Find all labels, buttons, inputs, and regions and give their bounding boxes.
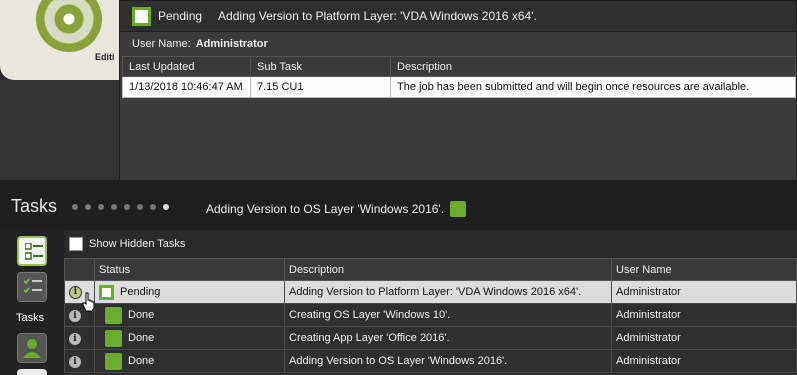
disc-icon — [36, 0, 102, 52]
nav-tasks-button[interactable] — [17, 236, 47, 266]
page-dot[interactable] — [137, 204, 143, 210]
nav-next-button[interactable] — [17, 369, 47, 375]
popup-header: Pending Adding Version to Platform Layer… — [120, 1, 796, 32]
pending-status-icon — [132, 6, 151, 26]
description-cell: Creating OS Layer 'Windows 10'. — [284, 303, 612, 327]
user-cell: Administrator — [611, 349, 797, 373]
cell-last-updated: 1/13/2018 10:46:47 AM — [122, 76, 251, 98]
done-status-icon — [105, 329, 122, 347]
description-cell: Creating App Layer 'Office 2016'. — [284, 326, 612, 350]
info-icon[interactable]: i — [69, 355, 81, 368]
done-status-icon — [450, 201, 467, 217]
checklist-icon — [23, 278, 42, 299]
latest-task-message[interactable]: Adding Version to OS Layer 'Windows 2016… — [206, 201, 467, 217]
tasks-table: Status Description User Name i Pending A… — [64, 258, 797, 373]
column-header-sub-task[interactable]: Sub Task — [250, 56, 391, 77]
table-row[interactable]: i Pending Adding Version to Platform Lay… — [64, 280, 797, 304]
description-cell: Adding Version to Platform Layer: 'VDA W… — [284, 280, 612, 304]
info-icon[interactable]: i — [69, 286, 82, 299]
cell-sub-task: 7.15 CU1 — [250, 76, 391, 98]
subtask-table: Last Updated Sub Task Description 1/13/2… — [122, 56, 796, 98]
nav-checklist-button[interactable] — [17, 272, 47, 302]
table-row[interactable]: i Done Creating OS Layer 'Windows 10'. A… — [64, 303, 797, 327]
column-header-status[interactable]: Status — [94, 258, 285, 281]
description-cell: Adding Version to OS Layer 'Windows 2016… — [284, 349, 612, 373]
page-dot[interactable] — [98, 204, 104, 210]
column-header-last-updated[interactable]: Last Updated — [122, 56, 251, 77]
cell-description: The job has been submitted and will begi… — [390, 76, 796, 98]
info-icon[interactable]: i — [69, 309, 81, 322]
column-header-description[interactable]: Description — [390, 56, 796, 77]
page-title: Tasks — [11, 196, 58, 216]
page-dot[interactable] — [72, 204, 78, 210]
done-status-icon — [105, 306, 122, 324]
page-dot[interactable] — [85, 204, 91, 210]
user-cell: Administrator — [611, 303, 797, 327]
latest-task-text: Adding Version to OS Layer 'Windows 2016… — [206, 202, 445, 216]
show-hidden-label: Show Hidden Tasks — [89, 238, 186, 250]
column-header-info[interactable] — [64, 258, 95, 281]
show-hidden-tasks-toggle[interactable]: Show Hidden Tasks — [64, 232, 797, 256]
hand-cursor-icon — [82, 292, 95, 312]
popup-user-row: User Name: Administrator — [120, 32, 796, 56]
show-hidden-checkbox[interactable] — [69, 237, 83, 251]
popup-title: Adding Version to Platform Layer: 'VDA W… — [218, 9, 537, 23]
page-dots[interactable] — [72, 204, 169, 210]
page-dot[interactable] — [124, 204, 130, 210]
task-list-icon — [24, 242, 43, 264]
background-panel — [0, 80, 120, 180]
done-status-icon — [105, 352, 122, 370]
status-text: Done — [128, 355, 155, 367]
info-icon[interactable]: i — [69, 332, 81, 345]
table-row[interactable]: i Done Creating App Layer 'Office 2016'.… — [64, 326, 797, 350]
pending-status-icon — [99, 284, 114, 300]
user-name-label: User Name: — [132, 38, 191, 50]
table-row[interactable]: i Done Adding Version to OS Layer 'Windo… — [64, 349, 797, 373]
user-cell: Administrator — [611, 280, 797, 304]
nav-tasks-label: Tasks — [16, 312, 45, 324]
page-dot[interactable] — [111, 204, 117, 210]
column-header-description[interactable]: Description — [284, 258, 612, 281]
card-label: Editi — [95, 52, 115, 62]
user-icon — [23, 339, 41, 358]
nav-users-button[interactable] — [17, 333, 47, 363]
user-cell: Administrator — [611, 326, 797, 350]
table-row[interactable]: 1/13/2018 10:46:47 AM 7.15 CU1 The job h… — [122, 76, 796, 98]
user-name-value: Administrator — [195, 38, 268, 50]
status-text: Pending — [120, 286, 161, 298]
column-header-user-name[interactable]: User Name — [611, 258, 797, 281]
page-dot[interactable] — [150, 204, 156, 210]
job-details-popup: Pending Adding Version to Platform Layer… — [119, 0, 797, 203]
popup-status: Pending — [158, 9, 203, 23]
status-text: Done — [128, 332, 155, 344]
status-text: Done — [128, 309, 155, 321]
page-dot[interactable] — [163, 204, 169, 210]
